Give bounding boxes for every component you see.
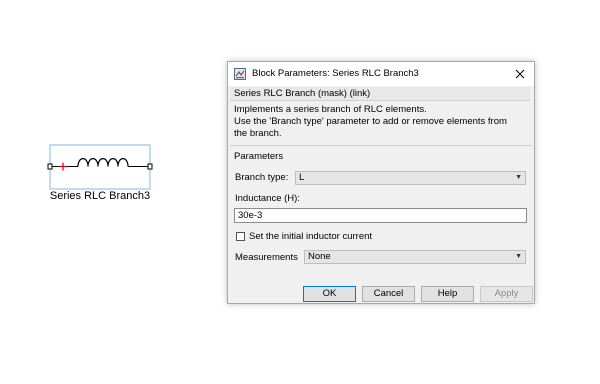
inductance-input[interactable]: 30e-3 xyxy=(234,208,527,223)
inductor-block-graphic[interactable] xyxy=(40,140,170,190)
mask-header: Series RLC Branch (mask) (link) xyxy=(230,87,530,101)
close-icon[interactable] xyxy=(512,66,528,82)
branch-type-label: Branch type: xyxy=(235,172,289,183)
branch-type-select[interactable]: L ▼ xyxy=(295,171,526,185)
block-label: Series RLC Branch3 xyxy=(49,190,151,202)
branch-type-value: L xyxy=(299,172,305,183)
simulink-icon xyxy=(234,68,246,80)
measurements-label: Measurements xyxy=(235,252,298,263)
canvas: Series RLC Branch3 Block Parameters: Ser… xyxy=(0,0,600,384)
right-port xyxy=(147,163,153,170)
block-parameters-dialog: Block Parameters: Series RLC Branch3 Ser… xyxy=(227,61,535,304)
chevron-down-icon: ▼ xyxy=(515,253,522,260)
description-line: Implements a series branch of RLC elemen… xyxy=(234,104,427,115)
initial-current-checkbox[interactable] xyxy=(236,232,245,241)
rlc-block[interactable]: Series RLC Branch3 xyxy=(40,140,170,210)
description-line: Use the 'Branch type' parameter to add o… xyxy=(234,116,507,127)
inductance-label: Inductance (H): xyxy=(235,193,300,204)
initial-current-label: Set the initial inductor current xyxy=(249,231,373,242)
dialog-titlebar[interactable]: Block Parameters: Series RLC Branch3 xyxy=(228,62,534,86)
apply-button[interactable]: Apply xyxy=(480,286,533,302)
mask-description: Implements a series branch of RLC elemen… xyxy=(234,104,530,140)
description-line: the branch. xyxy=(234,128,282,139)
cancel-button[interactable]: Cancel xyxy=(362,286,415,302)
chevron-down-icon: ▼ xyxy=(515,174,522,181)
section-divider xyxy=(230,145,532,146)
help-button[interactable]: Help xyxy=(421,286,474,302)
dialog-title: Block Parameters: Series RLC Branch3 xyxy=(252,68,419,79)
measurements-select[interactable]: None ▼ xyxy=(304,250,526,264)
parameters-heading: Parameters xyxy=(234,151,284,162)
left-port xyxy=(47,163,53,170)
measurements-value: None xyxy=(308,251,331,262)
ok-button[interactable]: OK xyxy=(303,286,356,302)
